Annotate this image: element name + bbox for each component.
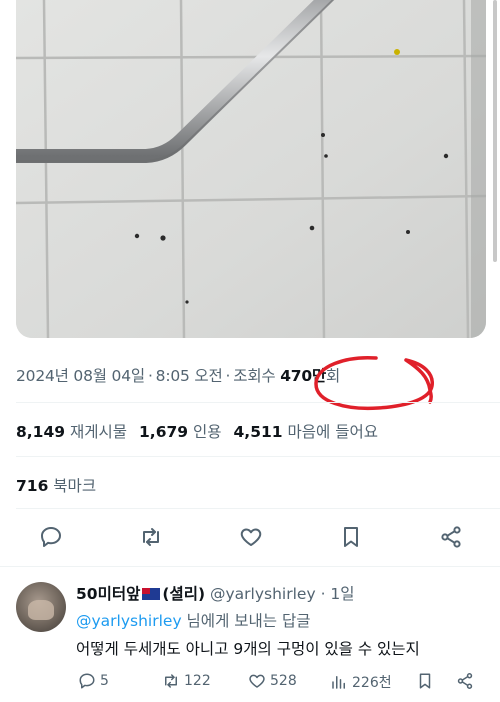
reply-author-name[interactable]: 50미터앞 (셜리) <box>76 585 205 603</box>
reply-bookmark-button[interactable] <box>416 672 438 690</box>
tweet-photo[interactable] <box>16 0 486 338</box>
reply-header: 50미터앞 (셜리) @yarlyshirley · 1일 <box>76 582 355 604</box>
reply-icon <box>41 527 61 547</box>
avatar[interactable] <box>16 582 66 632</box>
bookmark-icon <box>344 527 358 547</box>
reply-author-name-suffix: (셜리) <box>162 585 206 603</box>
quotes-label: 인용 <box>192 423 222 441</box>
reply-like-button[interactable]: 528 <box>248 672 297 690</box>
like-icon <box>249 674 265 688</box>
bookmarks-label: 북마크 <box>53 477 97 495</box>
quotes-stat[interactable]: 1,679 인용 <box>139 423 222 441</box>
quotes-count: 1,679 <box>139 423 189 441</box>
bookmark-icon <box>419 673 431 689</box>
replying-to-suffix: 님에게 보내는 답글 <box>181 612 311 630</box>
divider <box>16 456 500 457</box>
reply-author-name-prefix: 50미터앞 <box>76 585 141 603</box>
reply-retweet-button[interactable]: 122 <box>162 672 211 690</box>
retweets-label: 재게시물 <box>69 423 128 441</box>
scrollbar[interactable] <box>493 0 497 262</box>
reply-author-handle[interactable]: @yarlyshirley <box>210 585 316 603</box>
reply-likes-count: 528 <box>270 673 297 689</box>
retweets-stat[interactable]: 8,149 재게시물 <box>16 423 127 441</box>
views-count[interactable]: 470만 <box>280 367 326 385</box>
reply-text: 어떻게 두세개도 아니고 9개의 구멍이 있을 수 있는지 <box>76 640 420 658</box>
reply-views-button[interactable]: 226천 <box>330 672 392 692</box>
australia-flag-icon <box>142 588 161 600</box>
tweet-time: 8:05 오전 <box>155 367 223 385</box>
retweet-icon <box>165 674 177 688</box>
divider <box>0 566 500 567</box>
tweet-date: 2024년 08월 04일 <box>16 367 145 385</box>
reply-retweets-count: 122 <box>184 673 211 689</box>
like-button[interactable] <box>236 522 266 552</box>
share-icon <box>441 526 461 548</box>
views-bar-chart-icon <box>332 676 345 689</box>
bookmarks-count: 716 <box>16 477 49 495</box>
reply-reply-button[interactable]: 5 <box>78 672 109 690</box>
reply-share-button[interactable] <box>456 672 478 690</box>
likes-count: 4,511 <box>233 423 283 441</box>
likes-label: 마음에 들어요 <box>287 423 378 441</box>
reply-replies-count: 5 <box>100 673 109 689</box>
share-button[interactable] <box>436 522 466 552</box>
reply-age: · 1일 <box>320 585 355 603</box>
reply-action-bar: 5 122 528 226천 <box>0 672 500 698</box>
divider <box>16 402 500 403</box>
replying-to: @yarlyshirley 님에게 보내는 답글 <box>76 609 311 631</box>
views-unit: 회 <box>326 367 341 385</box>
bookmarks-stat[interactable]: 716 북마크 <box>16 474 96 496</box>
replying-to-mention[interactable]: @yarlyshirley <box>76 612 182 630</box>
reply-views-count: 226천 <box>352 675 392 691</box>
reply-icon <box>79 673 95 689</box>
retweet-button[interactable] <box>136 522 166 552</box>
retweet-icon <box>143 528 159 546</box>
tweet-action-bar <box>0 522 500 558</box>
retweets-count: 8,149 <box>16 423 66 441</box>
share-icon <box>457 673 473 689</box>
divider <box>16 508 500 509</box>
views-label-suffix: 수 <box>261 367 276 385</box>
like-icon <box>240 528 262 546</box>
engagement-stats: 8,149 재게시물 1,679 인용 4,511 마음에 들어요 <box>16 420 390 442</box>
reply-button[interactable] <box>36 522 66 552</box>
bookmark-button[interactable] <box>336 522 366 552</box>
tiled-wall-image <box>16 0 486 338</box>
views-label-prefix: 조회 <box>233 367 262 385</box>
tweet-meta: 2024년 08월 04일 · 8:05 오전 · 조회수 470만회 <box>16 367 341 385</box>
likes-stat[interactable]: 4,511 마음에 들어요 <box>234 423 378 441</box>
